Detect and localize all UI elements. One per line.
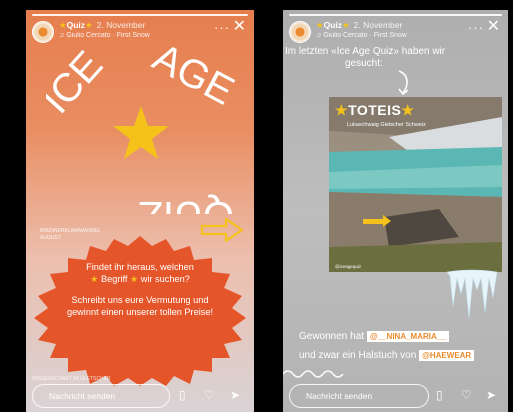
winner-tag[interactable]: @__NINA_MARIA__ [366, 331, 449, 342]
star-icon: ★ [129, 274, 139, 284]
star-icon: ★ [335, 102, 349, 118]
intro-text-2: gesucht: [345, 58, 383, 69]
arrow-down-icon [398, 70, 409, 96]
send-icon[interactable]: ➤ [230, 388, 240, 402]
photo-title: ★TOTEIS★ [335, 102, 415, 118]
photo-credit: @iceagequiz [335, 264, 362, 269]
close-icon[interactable]: ✕ [233, 19, 246, 35]
account-name[interactable]: ★Quiz★ 2. November [59, 20, 145, 31]
story-quiz-question[interactable]: ★Quiz★ 2. November ♫ Giulio Cercato · Fir… [26, 10, 254, 412]
feed-icon[interactable]: ▯ [436, 388, 443, 402]
star-icon: ★ [85, 20, 93, 30]
quiz-question-text: Findet ihr heraus, welchen ★ Begriff ★ wi… [66, 262, 214, 317]
heart-icon[interactable]: ♡ [204, 388, 215, 402]
heart-icon[interactable]: ♡ [461, 388, 472, 402]
footer-tag: WISSENSCHAFT IM GLETSCHER [32, 376, 111, 382]
title-word-ice: ICE [46, 44, 111, 122]
more-icon[interactable]: ··· [468, 20, 484, 35]
star-icon: ★ [316, 20, 324, 30]
wave-decoration [283, 370, 344, 378]
avatar[interactable] [289, 21, 311, 43]
post-date: 2. November [353, 20, 403, 30]
star-icon: ★ [59, 20, 67, 30]
star-icon: ★ [342, 20, 350, 30]
reply-input[interactable]: Nachricht senden [32, 384, 170, 408]
photo-subtitle: Lukaschwaig Gletscher Schweiz [347, 122, 426, 128]
winner-line: Gewonnen hat @__NINA_MARIA__ [299, 331, 449, 342]
star-icon: ★ [401, 102, 415, 118]
more-icon[interactable]: ··· [214, 20, 230, 35]
title-word-age: AGE [146, 44, 236, 114]
feed-icon[interactable]: ▯ [179, 388, 186, 402]
story-header: ★Quiz★ 2. November ♫ Giulio Cercato · Fir… [32, 19, 246, 45]
story-progress-bar [289, 14, 502, 16]
send-icon[interactable]: ➤ [486, 388, 496, 402]
prize-line: und zwar ein Halstuch von @HAEWEAR [299, 350, 475, 361]
post-date: 2. November [96, 20, 146, 30]
story-quiz-answer[interactable]: ★Quiz★ 2. November ♫ Giulio Cercato · Fir… [283, 10, 508, 412]
star-icon: ★ [90, 274, 99, 284]
account-name[interactable]: ★Quiz★ 2. November [316, 20, 402, 31]
sponsor-tag[interactable]: @HAEWEAR [419, 350, 475, 361]
story-progress-bar [32, 14, 248, 16]
center-star-icon [113, 106, 169, 159]
icicles-decoration [447, 269, 497, 319]
ice-age-quiz-title: ICE AGE QUIZ [46, 44, 236, 214]
avatar[interactable] [32, 21, 54, 43]
story-header: ★Quiz★ 2. November ♫ Giulio Cercato · Fir… [289, 19, 500, 45]
intro-text: Im letzten «Ice Age Quiz» haben wir [285, 46, 446, 57]
reply-input[interactable]: Nachricht senden [289, 384, 429, 408]
music-info[interactable]: ♫ Giulio Cercato · First Snow [316, 32, 407, 39]
title-word-quiz: QUIZ [138, 193, 234, 214]
music-info[interactable]: ♫ Giulio Cercato · First Snow [59, 32, 150, 39]
close-icon[interactable]: ✕ [487, 19, 500, 35]
